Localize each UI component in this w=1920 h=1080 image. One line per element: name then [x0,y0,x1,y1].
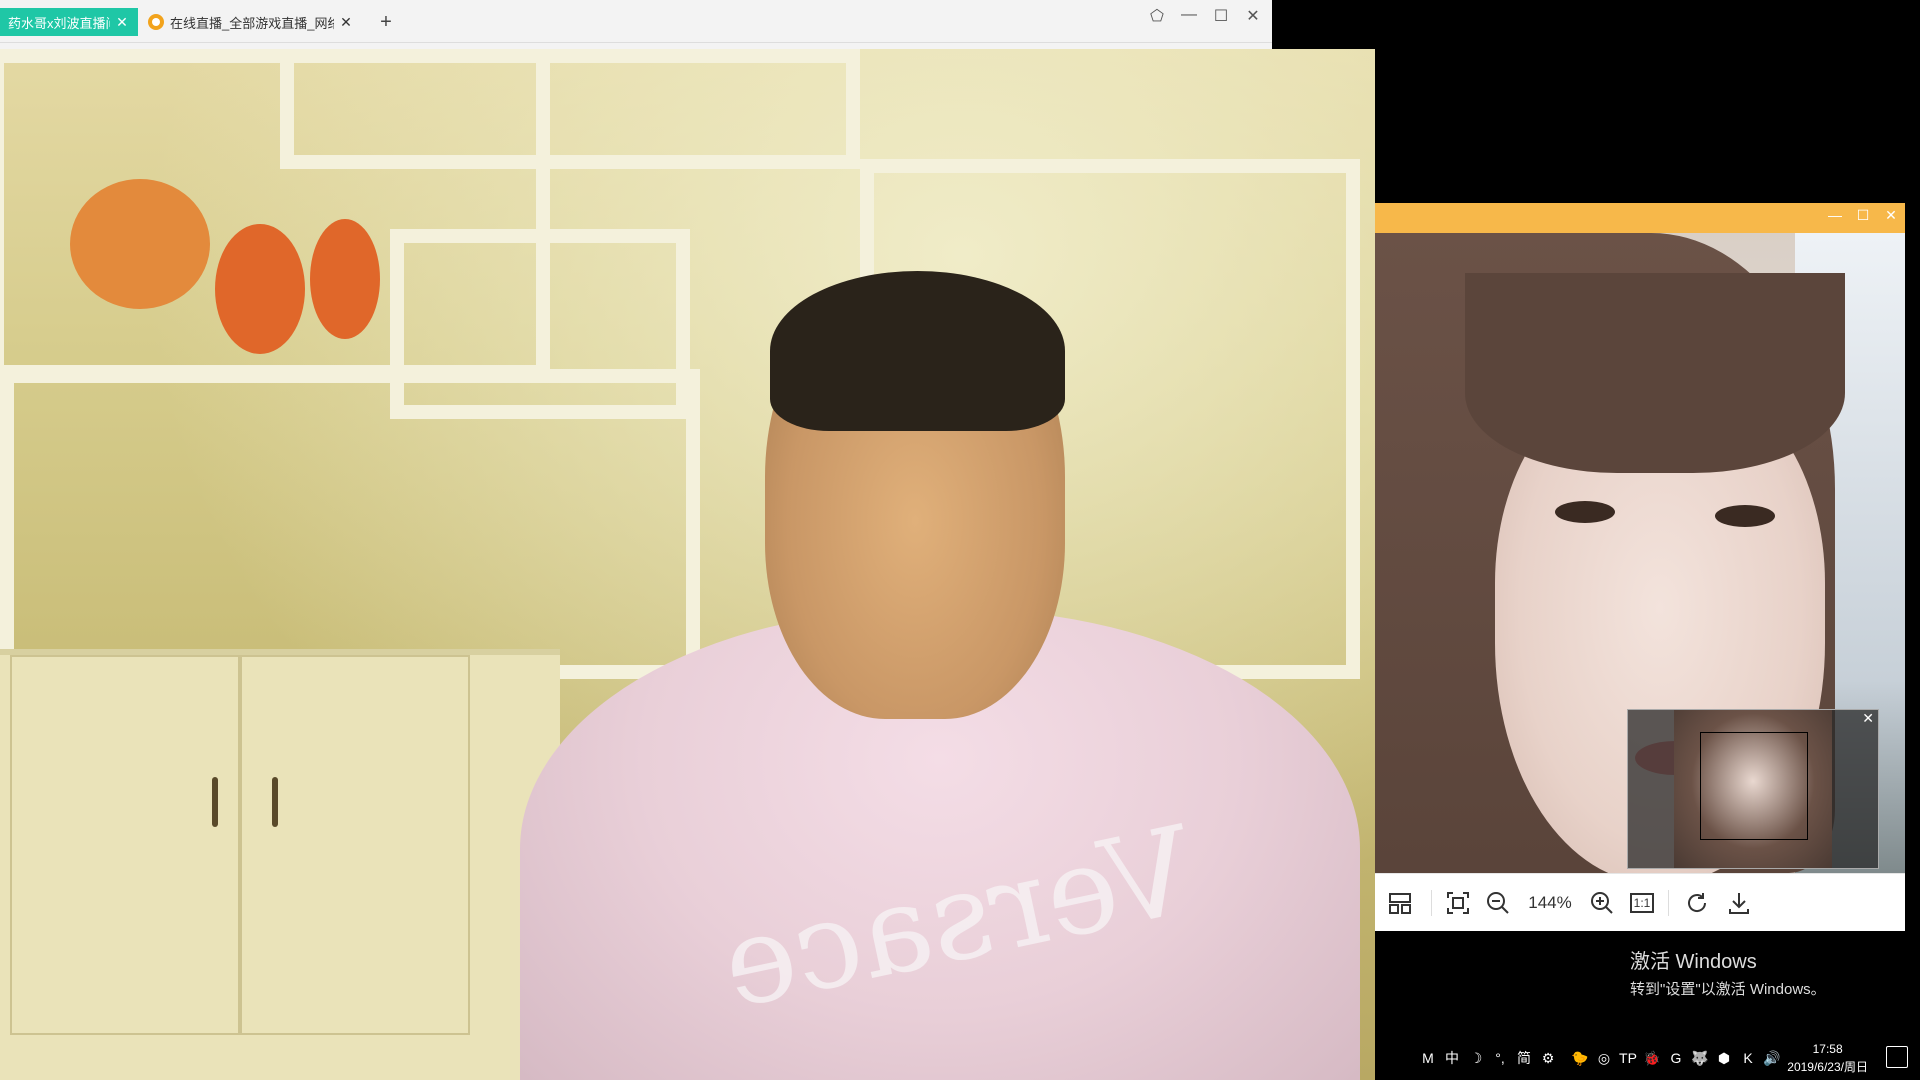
tab-title: 药水哥x刘波直播间 [8,15,110,31]
app-tray-icon[interactable]: ◎ [1593,1050,1615,1067]
moon-icon[interactable]: ☽ [1465,1050,1487,1067]
taskbar-clock[interactable]: 17:58 2019/6/23/周日 [1787,1040,1868,1076]
network-icon[interactable]: ⬢ [1713,1050,1735,1067]
app-tray-icon[interactable]: TP [1617,1050,1639,1066]
browser-window-controls: ⬠ — ☐ ✕ [1148,6,1262,26]
close-tab-icon[interactable]: ✕ [114,14,130,31]
app-tray-icon[interactable]: 🐺 [1689,1050,1711,1067]
toolbar-divider [1431,889,1432,916]
toy-figure [215,224,305,354]
image-viewer-window: — ☐ ✕ ✕ 144% 1:1 [1375,203,1905,931]
viewer-window-controls: — ☐ ✕ [1827,207,1899,224]
photo-eye [1715,505,1775,527]
shelf [0,369,700,679]
tab-title: 在线直播_全部游戏直播_网络游戏 [170,15,334,31]
toy-bag [70,179,210,309]
app-tray-icon[interactable]: 🐤 [1569,1050,1591,1067]
punctuation-icon[interactable]: °, [1489,1050,1511,1066]
notification-center-icon[interactable] [1886,1046,1908,1068]
app-tray-icon[interactable]: G [1665,1050,1687,1066]
clock-time: 17:58 [1812,1042,1843,1056]
rotate-button[interactable] [1675,874,1719,931]
rotate-icon [1688,892,1707,912]
viewer-image[interactable]: ✕ [1375,233,1905,873]
viewer-toolbar: 144% 1:1 [1375,873,1905,931]
close-button[interactable]: ✕ [1244,6,1262,26]
cabinet-handle [272,777,278,827]
photo-bangs [1465,273,1845,473]
tab-strip: 药水哥x刘波直播间 ✕ 在线直播_全部游戏直播_网络游戏 ✕ + ⬠ — ☐ ✕ [0,0,1272,43]
shelf [280,49,860,169]
simplified-icon[interactable]: 简 [1513,1048,1535,1068]
ime-mode-icon[interactable]: M [1417,1050,1439,1066]
ime-language-icon[interactable]: 中 [1441,1048,1463,1068]
clock-date: 2019/6/23/周日 [1787,1060,1868,1074]
toolbar-divider [1668,889,1669,916]
activate-windows-watermark: 激活 Windows 转到"设置"以激活 Windows。 [1630,945,1826,999]
photo-eye [1555,501,1615,523]
close-button[interactable]: ✕ [1883,207,1899,224]
toy-figure [310,219,380,339]
download-icon [1729,892,1749,914]
streamer-hair [770,271,1065,431]
minimize-button[interactable]: — [1180,6,1198,26]
maximize-button[interactable]: ☐ [1212,6,1230,26]
navigator-viewport[interactable] [1700,732,1808,840]
zoom-out-icon [1487,891,1509,914]
cabinet-door [10,655,240,1035]
tab-game-live[interactable]: 在线直播_全部游戏直播_网络游戏 ✕ [140,8,362,36]
download-button[interactable] [1719,874,1759,931]
zoom-level: 144% [1528,892,1572,912]
maximize-button[interactable]: ☐ [1855,207,1871,224]
zoom-out-button[interactable] [1478,874,1518,931]
cabinet-handle [212,777,218,827]
site-favicon-icon [148,14,164,30]
tab-live-room[interactable]: 药水哥x刘波直播间 ✕ [0,8,138,36]
fit-screen-button[interactable] [1438,874,1478,931]
app-tray-icon[interactable]: 🐞 [1641,1050,1663,1067]
skin-icon[interactable]: ⬠ [1148,6,1166,26]
fit-screen-icon [1447,891,1469,914]
system-tray: M 中 ☽ °, 简 ⚙ 🐤 ◎ TP 🐞 G 🐺 ⬢ K 🔊 17:58 20… [1375,1036,1920,1080]
watermark-subtitle: 转到"设置"以激活 Windows。 [1630,981,1826,998]
browser-window: 药水哥x刘波直播间 ✕ 在线直播_全部游戏直播_网络游戏 ✕ + ⬠ — ☐ ✕ [0,0,1272,49]
close-tab-icon[interactable]: ✕ [338,14,354,31]
watermark-title: 激活 Windows [1630,951,1757,973]
actual-size-button[interactable]: 1:1 [1622,874,1662,931]
lower-cabinet [0,649,560,1080]
app-tray-icon[interactable]: K [1737,1050,1759,1066]
settings-icon[interactable]: ⚙ [1537,1050,1559,1067]
volume-icon[interactable]: 🔊 [1761,1050,1783,1067]
zoom-in-button[interactable] [1582,874,1622,931]
minimize-button[interactable]: — [1827,207,1843,224]
close-navigator-icon[interactable]: ✕ [1862,710,1874,727]
thumbnails-icon [1389,892,1411,914]
live-video-player[interactable]: Versace [0,49,1375,1080]
navigator-panel[interactable]: ✕ [1627,709,1879,869]
viewer-titlebar[interactable]: — ☐ ✕ [1375,203,1905,233]
new-tab-button[interactable]: + [376,8,396,36]
zoom-in-icon [1591,891,1613,914]
actual-size-label: 1:1 [1629,892,1655,913]
cabinet-door [240,655,470,1035]
thumbnails-button[interactable] [1375,874,1425,931]
